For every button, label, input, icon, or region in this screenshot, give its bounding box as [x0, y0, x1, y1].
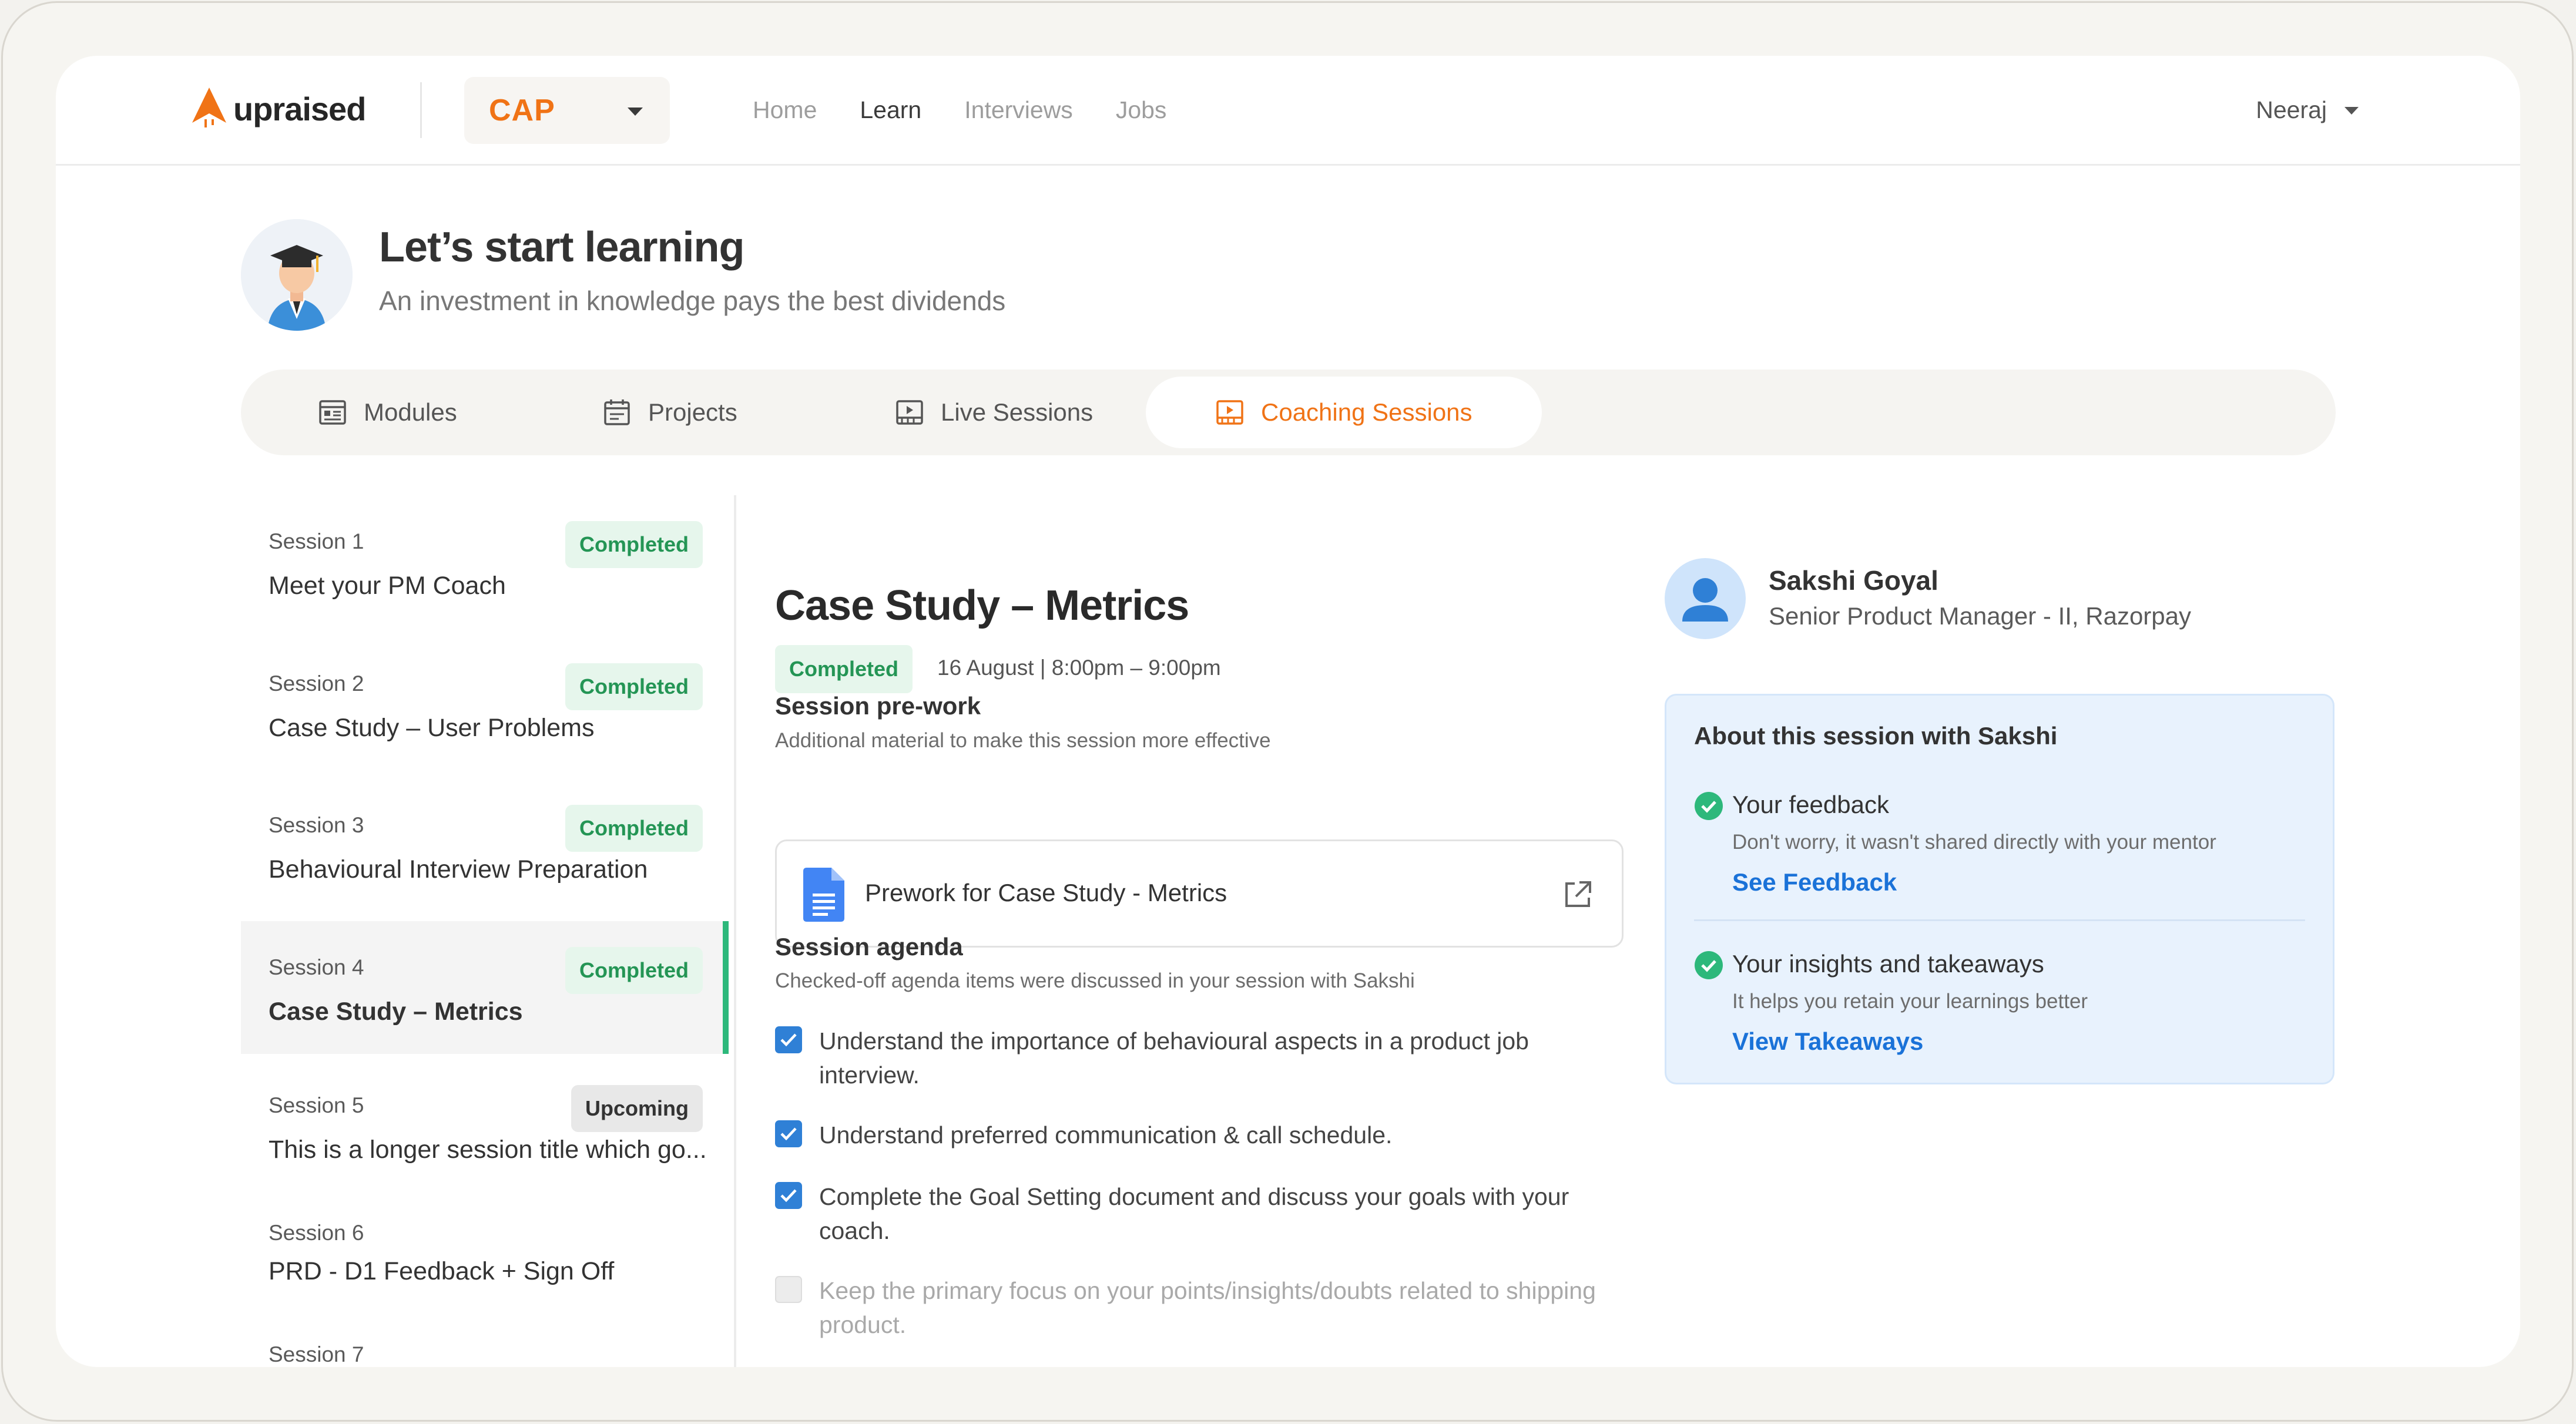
nav-link-interviews[interactable]: Interviews [964, 92, 1073, 127]
agenda-item-text: Understand preferred communication & cal… [819, 1121, 1393, 1148]
session-date: 16 August | 8:00pm – 9:00pm [937, 656, 1221, 680]
mentor-name: Sakshi Goyal [1769, 565, 1938, 596]
agenda-item-text: Keep the primary focus on your points/in… [819, 1277, 1596, 1338]
app-window: upraised CAP Home Learn Interviews Jobs … [56, 56, 2520, 1367]
agenda-heading: Session agenda [775, 933, 963, 960]
brand-name: upraised [233, 90, 366, 127]
prework-document-label: Prework for Case Study - Metrics [865, 879, 1227, 906]
session-list-item[interactable]: Session 5 Upcoming This is a longer sess… [241, 1059, 729, 1192]
graduate-avatar [241, 219, 353, 331]
tab-coaching-sessions[interactable]: Coaching Sessions [1146, 377, 1542, 448]
insights-subtitle: It helps you retain your learnings bette… [1732, 990, 2088, 1013]
agenda-checkbox-checked[interactable] [775, 1182, 802, 1209]
view-takeaways-link[interactable]: View Takeaways [1732, 1027, 1923, 1056]
session-list-item[interactable]: Session 3 Completed Behavioural Intervie… [241, 779, 729, 912]
program-select-value: CAP [489, 93, 555, 127]
mentor-avatar [1665, 558, 1746, 639]
tab-live-sessions-label: Live Sessions [941, 398, 1094, 426]
session-list-item[interactable]: Session 1 Completed Meet your PM Coach [241, 495, 729, 628]
nav-divider [420, 82, 422, 138]
user-name: Neeraj [2256, 96, 2327, 123]
session-number: Session 3 [269, 813, 364, 837]
nav-link-jobs[interactable]: Jobs [1116, 92, 1167, 127]
agenda-item-text: Complete the Goal Setting document and d… [819, 1183, 1569, 1244]
tab-projects-label: Projects [648, 398, 737, 426]
status-badge: Upcoming [571, 1085, 703, 1132]
upraised-logo-icon [192, 88, 226, 127]
agenda-item-text: Understand the importance of behavioural… [819, 1027, 1529, 1089]
session-list-item[interactable]: Session 7 [241, 1308, 729, 1367]
about-session-panel: About this session with Sakshi Your feed… [1665, 694, 2334, 1084]
check-circle-icon [1695, 792, 1723, 820]
status-badge: Completed [565, 663, 703, 710]
tab-coaching-sessions-label: Coaching Sessions [1261, 398, 1473, 426]
session-list-item[interactable]: Session 2 Completed Case Study – User Pr… [241, 637, 729, 770]
session-number: Session 7 [269, 1342, 364, 1366]
checkmark-icon [780, 1033, 797, 1047]
page-title: Let’s start learning [379, 224, 744, 271]
learning-tabs: Modules Projects Live Sessions Coaching … [241, 370, 2336, 455]
status-badge: Completed [565, 521, 703, 568]
checkmark-icon [780, 1127, 797, 1141]
about-session-title: About this session with Sakshi [1694, 722, 2058, 750]
feedback-heading: Your feedback [1732, 791, 1889, 818]
prework-heading: Session pre-work [775, 692, 981, 720]
session-detail-title: Case Study – Metrics [775, 582, 1189, 629]
checkmark-icon [780, 1189, 797, 1203]
user-icon [1682, 578, 1728, 622]
live-video-icon [896, 400, 923, 425]
prework-subtitle: Additional material to make this session… [775, 729, 1271, 752]
calendar-icon [604, 399, 630, 425]
chevron-down-icon [2344, 106, 2359, 115]
user-menu[interactable]: Neeraj [2256, 92, 2359, 127]
google-doc-icon [803, 868, 844, 922]
insights-heading: Your insights and takeaways [1732, 950, 2044, 978]
session-title: Meet your PM Coach [269, 572, 506, 600]
graduate-icon [241, 219, 353, 331]
session-title: Case Study – Metrics [269, 998, 523, 1026]
agenda-checkbox-checked[interactable] [775, 1120, 802, 1147]
status-badge: Completed [565, 805, 703, 852]
session-number: Session 6 [269, 1221, 364, 1245]
coaching-video-icon [1216, 400, 1243, 425]
program-select[interactable]: CAP [464, 77, 670, 144]
list-divider [734, 495, 736, 1367]
check-circle-icon [1695, 951, 1723, 979]
tab-live-sessions[interactable]: Live Sessions [895, 377, 1093, 448]
session-list: Session 1 Completed Meet your PM Coach S… [241, 495, 729, 1367]
session-title: PRD - D1 Feedback + Sign Off [269, 1257, 615, 1285]
prework-document-card[interactable]: Prework for Case Study - Metrics [775, 839, 1624, 948]
tab-modules-label: Modules [364, 398, 457, 426]
nav-link-learn[interactable]: Learn [860, 92, 921, 127]
session-list-item[interactable]: Session 6 PRD - D1 Feedback + Sign Off [241, 1187, 729, 1319]
session-number: Session 5 [269, 1093, 364, 1117]
status-badge: Completed [565, 947, 703, 994]
top-navigation: upraised CAP Home Learn Interviews Jobs … [56, 56, 2520, 166]
session-list-item-active[interactable]: Session 4 Completed Case Study – Metrics [241, 921, 729, 1054]
see-feedback-link[interactable]: See Feedback [1732, 868, 1897, 896]
chevron-down-icon [628, 108, 643, 116]
external-link-icon[interactable] [1562, 879, 1594, 911]
nav-link-home[interactable]: Home [753, 92, 817, 127]
page-subtitle: An investment in knowledge pays the best… [379, 286, 1006, 316]
session-title: This is a longer session title which go.… [269, 1136, 707, 1164]
session-number: Session 1 [269, 529, 364, 553]
feedback-subtitle: Don't worry, it wasn't shared directly w… [1732, 831, 2216, 854]
brand-logo[interactable]: upraised [191, 85, 366, 132]
mentor-role: Senior Product Manager - II, Razorpay [1769, 602, 2192, 630]
tab-modules[interactable]: Modules [318, 377, 457, 448]
tab-projects[interactable]: Projects [602, 377, 737, 448]
modules-icon [319, 400, 346, 425]
session-title: Behavioural Interview Preparation [269, 855, 648, 884]
main-nav: Home Learn Interviews Jobs [753, 92, 1209, 127]
session-number: Session 4 [269, 955, 364, 979]
status-badge: Completed [775, 645, 913, 693]
agenda-checkbox-unchecked[interactable] [775, 1276, 802, 1303]
session-number: Session 2 [269, 671, 364, 696]
agenda-subtitle: Checked-off agenda items were discussed … [775, 969, 1415, 992]
session-title: Case Study – User Problems [269, 714, 595, 742]
agenda-checkbox-checked[interactable] [775, 1026, 802, 1053]
divider [1694, 919, 2305, 921]
